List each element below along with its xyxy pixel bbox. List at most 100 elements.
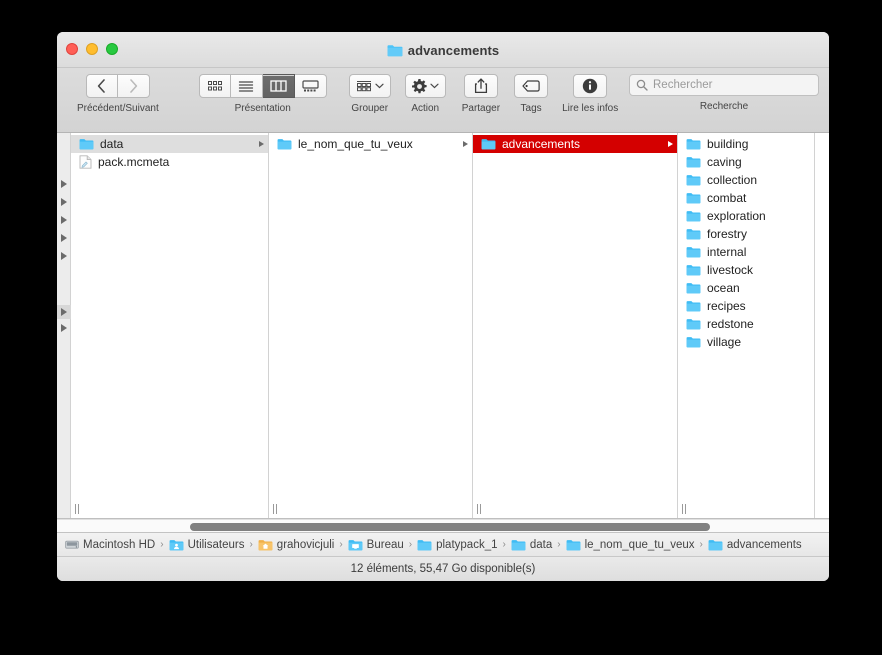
folder-icon	[686, 138, 701, 150]
icon-view-button[interactable]	[198, 74, 231, 98]
file-name: ocean	[707, 281, 740, 295]
desktop-folder-icon	[348, 539, 363, 551]
search-label: Recherche	[699, 101, 749, 112]
path-separator: ›	[339, 539, 343, 550]
folder-icon	[708, 539, 723, 551]
sidebar-disclosure-triangle-3[interactable]	[59, 215, 69, 225]
file-row[interactable]: combat	[678, 189, 814, 207]
forward-button[interactable]	[117, 74, 150, 98]
column-4[interactable]: building caving collection combat exploratio…	[678, 133, 815, 518]
folder-icon	[417, 539, 432, 551]
tags-group: Tags	[514, 74, 549, 114]
file-name: pack.mcmeta	[98, 155, 170, 169]
column-1[interactable]: data pack.mcmeta	[71, 133, 269, 518]
column-3[interactable]: advancements	[473, 133, 678, 518]
path-item-label: advancements	[726, 538, 802, 551]
column-resize-handle[interactable]	[477, 503, 486, 515]
sidebar-disclosure-triangle-5[interactable]	[59, 251, 69, 261]
back-button[interactable]	[85, 74, 118, 98]
group-by-group: Grouper	[348, 74, 391, 114]
disclosure-arrow-icon	[463, 141, 468, 147]
file-name: internal	[707, 245, 747, 259]
tags-button[interactable]	[514, 74, 549, 98]
window-title-text: advancements	[407, 42, 500, 58]
file-row[interactable]: redstone	[678, 315, 814, 333]
folder-icon	[686, 300, 701, 312]
gear-icon	[411, 78, 427, 94]
triangle-right-icon	[61, 324, 67, 332]
path-separator: ›	[160, 539, 164, 550]
search-input[interactable]	[653, 79, 812, 91]
view-group-label: Présentation	[234, 103, 291, 114]
path-item[interactable]: platypack_1	[417, 539, 497, 551]
column-resize-handle[interactable]	[682, 503, 691, 515]
path-separator: ›	[699, 539, 703, 550]
file-row[interactable]: data	[71, 135, 268, 153]
path-item[interactable]: grahovicjuli	[258, 539, 334, 551]
status-bar: 12 éléments, 55,47 Go disponible(s)	[57, 557, 829, 581]
path-separator: ›	[408, 539, 413, 550]
share-group: Partager	[462, 74, 500, 114]
path-separator: ›	[557, 539, 561, 550]
list-view-button[interactable]	[230, 74, 263, 98]
file-row[interactable]: recipes	[678, 297, 814, 315]
search-box[interactable]	[629, 74, 819, 96]
horizontal-scrollbar[interactable]	[57, 519, 829, 533]
path-item-label: le_nom_que_tu_veux	[584, 538, 695, 551]
sidebar-disclosure-triangle-6[interactable]	[57, 305, 71, 319]
column-view-button[interactable]	[262, 74, 295, 98]
triangle-right-icon	[61, 198, 67, 206]
triangle-right-icon	[61, 252, 67, 260]
file-name: livestock	[707, 263, 754, 277]
column-resize-handle[interactable]	[273, 503, 282, 515]
path-item[interactable]: Utilisateurs	[169, 539, 244, 551]
file-row[interactable]: collection	[678, 171, 814, 189]
path-item[interactable]: data	[511, 539, 552, 551]
sidebar-disclosure-triangle-2[interactable]	[59, 197, 69, 207]
file-name: redstone	[707, 317, 754, 331]
disclosure-arrow-icon	[259, 141, 264, 147]
horizontal-scrollbar-thumb[interactable]	[190, 523, 710, 531]
file-row[interactable]: internal	[678, 243, 814, 261]
triangle-right-icon	[61, 308, 67, 316]
action-button[interactable]	[404, 74, 446, 98]
sidebar-disclosure-triangle-7[interactable]	[59, 323, 69, 333]
sidebar-collapsed-strip[interactable]	[57, 133, 71, 518]
file-row[interactable]: livestock	[678, 261, 814, 279]
file-name: exploration	[707, 209, 766, 223]
file-row[interactable]: exploration	[678, 207, 814, 225]
column-2[interactable]: le_nom_que_tu_veux	[269, 133, 473, 518]
file-row[interactable]: caving	[678, 153, 814, 171]
path-item[interactable]: le_nom_que_tu_veux	[566, 539, 695, 551]
group-rows-icon	[356, 80, 372, 92]
share-button[interactable]	[463, 74, 498, 98]
path-item[interactable]: Macintosh HD	[65, 539, 155, 551]
file-name: caving	[707, 155, 742, 169]
file-row[interactable]: pack.mcmeta	[71, 153, 268, 171]
file-name: collection	[707, 173, 758, 187]
file-name: combat	[707, 191, 747, 205]
file-row[interactable]: building	[678, 135, 814, 153]
path-item[interactable]: Bureau	[348, 539, 404, 551]
file-name: data	[100, 137, 124, 151]
column-resize-handle[interactable]	[75, 503, 84, 515]
get-info-button[interactable]	[573, 74, 608, 98]
file-row[interactable]: ocean	[678, 279, 814, 297]
sidebar-disclosure-triangle-4[interactable]	[59, 233, 69, 243]
sidebar-disclosure-triangle-1[interactable]	[59, 179, 69, 189]
window-title: advancements	[57, 32, 829, 68]
path-item-label: Bureau	[366, 538, 404, 551]
action-label: Action	[411, 103, 440, 114]
file-row[interactable]: le_nom_que_tu_veux	[269, 135, 472, 153]
folder-icon	[686, 264, 701, 276]
info-circle-icon	[582, 78, 598, 94]
path-item[interactable]: advancements	[708, 539, 802, 551]
file-row[interactable]: forestry	[678, 225, 814, 243]
group-by-button[interactable]	[348, 74, 391, 98]
triangle-right-icon	[61, 234, 67, 242]
nav-group: Précédent/Suivant	[77, 74, 159, 114]
file-row[interactable]: village	[678, 333, 814, 351]
file-row[interactable]: advancements	[473, 135, 677, 153]
gallery-view-button[interactable]	[294, 74, 327, 98]
folder-icon	[686, 192, 701, 204]
